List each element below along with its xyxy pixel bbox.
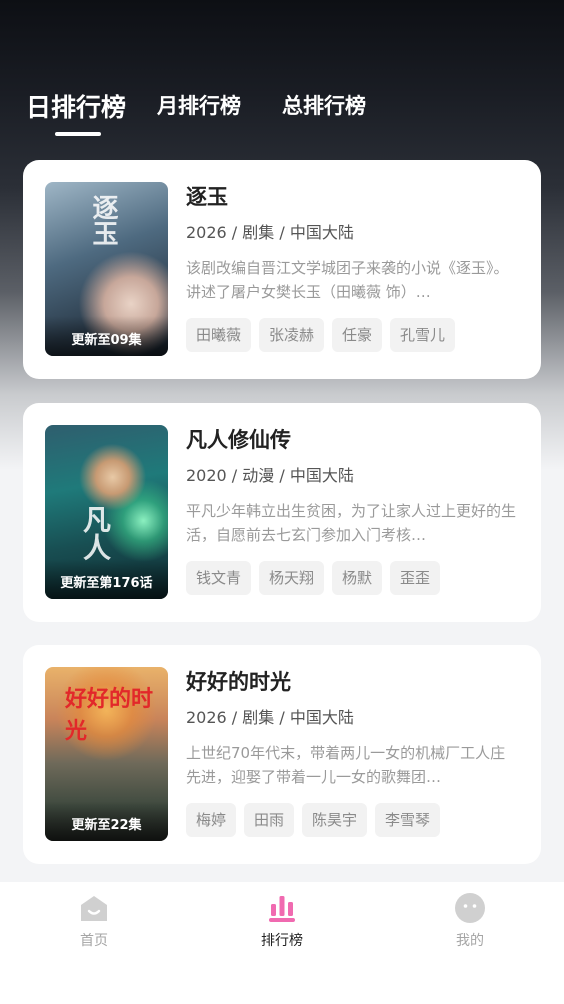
- episode-badge: 更新至09集: [45, 316, 168, 356]
- cast-tags: 钱文青 杨天翔 杨默 歪歪: [186, 561, 516, 595]
- cast-tag[interactable]: 田雨: [244, 803, 295, 837]
- poster-title-art: 好好的时光: [65, 686, 154, 744]
- show-meta: 2020 / 动漫 / 中国大陆: [186, 466, 354, 485]
- profile-icon: [454, 892, 486, 924]
- nav-ranking-label: 排行榜: [261, 933, 303, 949]
- episode-badge: 更新至22集: [45, 801, 168, 841]
- cast-tag[interactable]: 孔雪儿: [390, 318, 456, 352]
- show-description: 该剧改编自晋江文学城团子来袭的小说《逐玉》。讲述了屠户女樊长玉（田曦薇 饰）…: [186, 259, 509, 301]
- bottom-nav: 首页 排行榜 我的: [0, 882, 564, 1004]
- show-title[interactable]: 逐玉: [186, 182, 516, 212]
- show-title[interactable]: 好好的时光: [186, 667, 516, 697]
- ranking-tabs: 日排行榜 月排行榜 总排行榜: [0, 80, 564, 140]
- cast-tag[interactable]: 钱文青: [186, 561, 252, 595]
- ranking-card[interactable]: 逐玉 更新至09集 逐玉 2026 / 剧集 / 中国大陆 该剧改编自晋江文学城…: [23, 160, 541, 379]
- show-meta: 2026 / 剧集 / 中国大陆: [186, 708, 354, 727]
- tab-total-ranking[interactable]: 总排行榜: [282, 90, 366, 120]
- nav-profile-label: 我的: [456, 933, 484, 949]
- tab-monthly-ranking[interactable]: 月排行榜: [157, 90, 241, 120]
- nav-profile[interactable]: 我的: [410, 892, 530, 950]
- poster-image[interactable]: 逐玉 更新至09集: [45, 182, 168, 356]
- show-title[interactable]: 凡人修仙传: [186, 425, 516, 455]
- episode-badge: 更新至第176话: [45, 559, 168, 599]
- nav-home[interactable]: 首页: [34, 892, 154, 950]
- home-icon: [78, 892, 110, 924]
- poster-title-art: 凡人: [79, 505, 112, 561]
- show-description: 上世纪70年代末，带着两儿一女的机械厂工人庄先进，迎娶了带着一儿一女的歌舞团…: [186, 744, 506, 786]
- cast-tag[interactable]: 田曦薇: [186, 318, 252, 352]
- poster-image[interactable]: 凡人 更新至第176话: [45, 425, 168, 599]
- cast-tag[interactable]: 张凌赫: [259, 318, 325, 352]
- tab-daily-ranking[interactable]: 日排行榜: [26, 88, 126, 124]
- poster-title-art: 逐玉: [88, 194, 118, 246]
- poster-image[interactable]: 好好的时光 更新至22集: [45, 667, 168, 841]
- nav-home-label: 首页: [80, 933, 108, 949]
- cast-tag[interactable]: 任豪: [332, 318, 383, 352]
- show-meta: 2026 / 剧集 / 中国大陆: [186, 223, 354, 242]
- cast-tag[interactable]: 杨天翔: [259, 561, 325, 595]
- cast-tag[interactable]: 梅婷: [186, 803, 237, 837]
- cast-tag[interactable]: 李雪琴: [375, 803, 441, 837]
- cast-tags: 梅婷 田雨 陈昊宇 李雪琴: [186, 803, 516, 837]
- cast-tag[interactable]: 歪歪: [390, 561, 441, 595]
- active-tab-indicator: [55, 132, 101, 136]
- cast-tag[interactable]: 杨默: [332, 561, 383, 595]
- cast-tags: 田曦薇 张凌赫 任豪 孔雪儿: [186, 318, 516, 352]
- show-description: 平凡少年韩立出生贫困，为了让家人过上更好的生活，自愿前去七玄门参加入门考核…: [186, 502, 516, 544]
- ranking-card[interactable]: 凡人 更新至第176话 凡人修仙传 2020 / 动漫 / 中国大陆 平凡少年韩…: [23, 403, 541, 622]
- cast-tag[interactable]: 陈昊宇: [302, 803, 368, 837]
- ranking-icon: [266, 892, 298, 924]
- nav-ranking[interactable]: 排行榜: [222, 892, 342, 950]
- ranking-card[interactable]: 好好的时光 更新至22集 好好的时光 2026 / 剧集 / 中国大陆 上世纪7…: [23, 645, 541, 864]
